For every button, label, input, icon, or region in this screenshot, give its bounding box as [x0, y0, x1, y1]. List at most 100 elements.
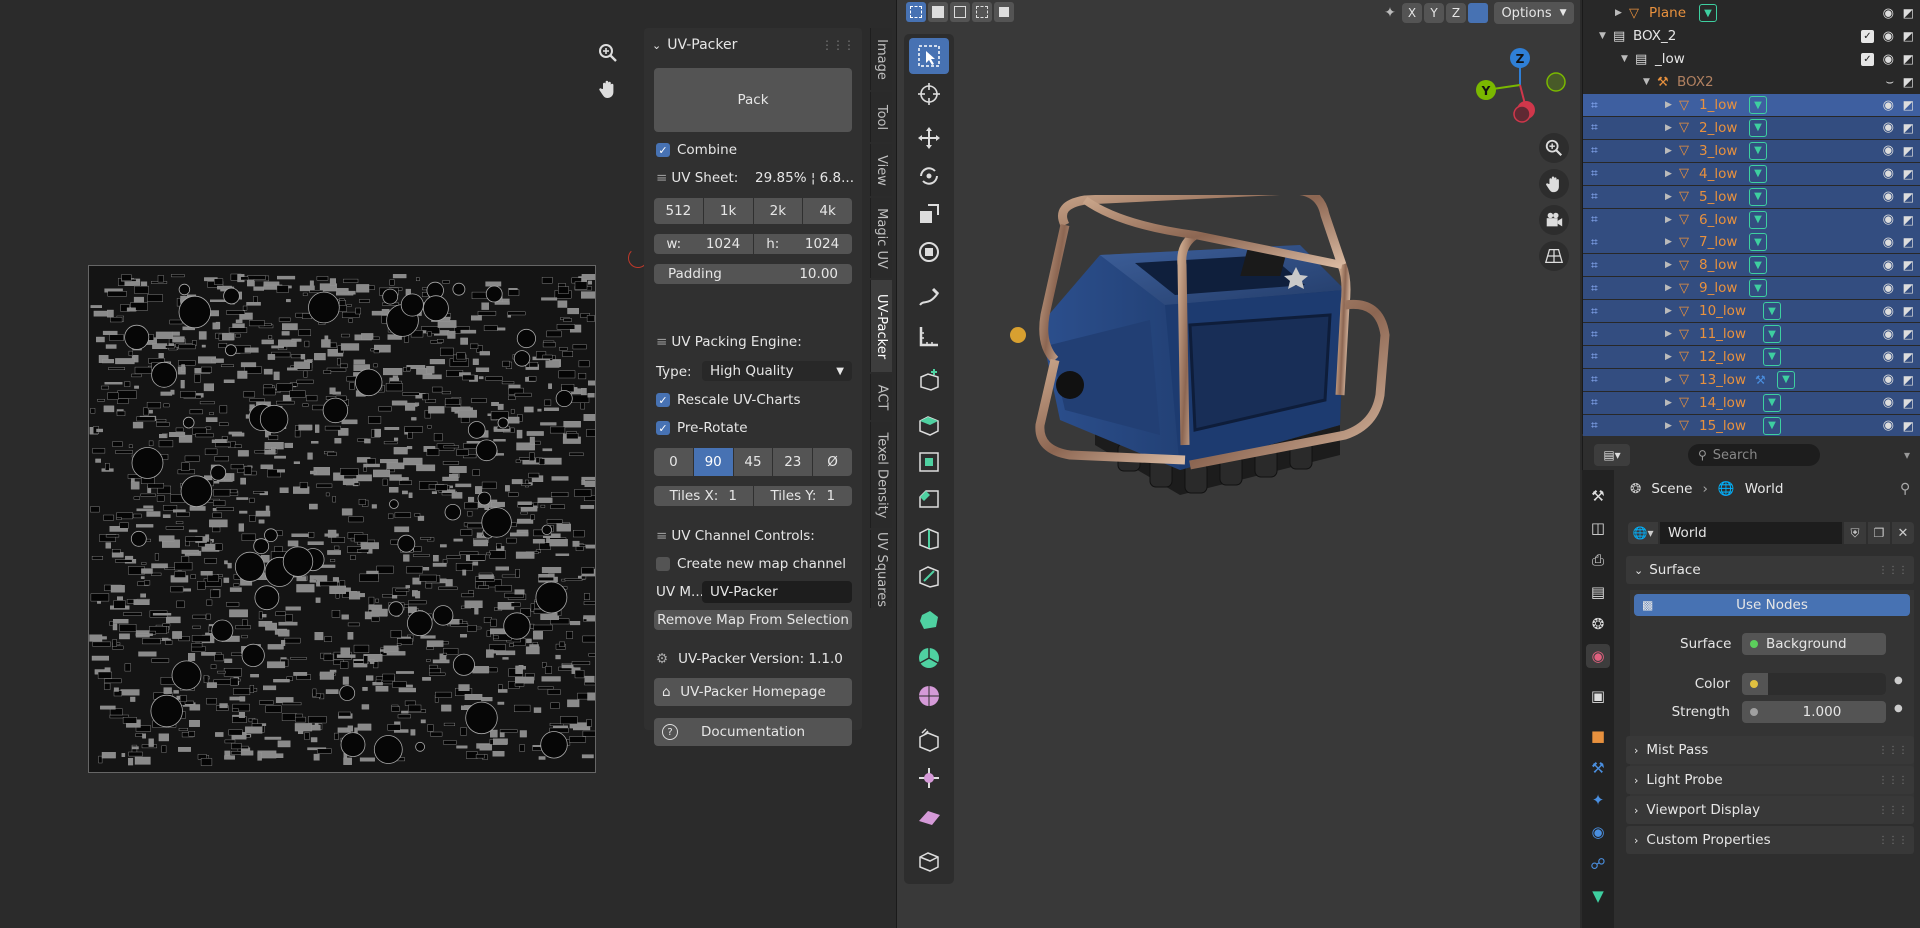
visibility-eye-icon[interactable]: ◉: [1883, 418, 1894, 433]
vertex-select-icon[interactable]: ⌗: [1591, 281, 1598, 296]
visibility-eye-icon[interactable]: ◉: [1883, 120, 1894, 135]
outliner-row--low[interactable]: ▼ ▤ _low ✓ ◉ ◩: [1583, 48, 1920, 70]
disclosure-triangle-icon[interactable]: ▶: [1615, 8, 1622, 18]
vertex-select-icon[interactable]: ⌗: [1591, 349, 1598, 364]
exclude-checkbox-icon[interactable]: ✓: [1861, 52, 1874, 66]
tiles-y-field[interactable]: Tiles Y: 1: [753, 486, 852, 506]
render-camera-icon[interactable]: ◩: [1903, 144, 1914, 158]
disclosure-triangle-icon[interactable]: ▶: [1665, 329, 1672, 339]
shrink-fatten-tool[interactable]: [909, 760, 949, 796]
visibility-eye-icon[interactable]: ⌣: [1885, 75, 1894, 90]
vertex-select-icon[interactable]: ⌗: [1591, 235, 1598, 250]
world-tab-icon[interactable]: ◉: [1586, 644, 1610, 668]
render-camera-icon[interactable]: ◩: [1903, 98, 1914, 112]
unlink-close-icon[interactable]: ✕: [1892, 522, 1914, 544]
collection-tab-icon[interactable]: ▣: [1586, 684, 1610, 708]
bevel-tool[interactable]: [909, 482, 949, 518]
outliner-row-plane[interactable]: ▶ ▽ Plane ▼ ◉ ◩: [1583, 2, 1920, 24]
disclosure-triangle-icon[interactable]: ▶: [1665, 123, 1672, 133]
render-camera-icon[interactable]: ◩: [1903, 373, 1914, 387]
visibility-eye-icon[interactable]: ◉: [1883, 29, 1894, 44]
physics-tab-icon[interactable]: ◉: [1586, 820, 1610, 844]
surface-shader-dropdown[interactable]: Background: [1742, 633, 1886, 655]
disclosure-triangle-icon[interactable]: ▼: [1643, 77, 1650, 87]
visibility-eye-icon[interactable]: ◉: [1883, 52, 1894, 67]
disclosure-triangle-icon[interactable]: ▶: [1665, 421, 1672, 431]
rotation-90-button[interactable]: 90: [693, 448, 733, 476]
visibility-eye-icon[interactable]: ◉: [1883, 349, 1894, 364]
visibility-eye-icon[interactable]: ◉: [1883, 6, 1894, 21]
viewport-zoom-icon[interactable]: [1539, 133, 1569, 163]
add-cube-tool[interactable]: [909, 362, 949, 398]
outliner-row-15-low[interactable]: ⌗ ▶ ▽ 15_low ▼ ◉ ◩: [1583, 414, 1920, 437]
fake-user-shield-icon[interactable]: ⛨: [1844, 522, 1866, 544]
outliner-row-box-2[interactable]: ▼ ▤ BOX_2 ✓ ◉ ◩: [1583, 25, 1920, 47]
disclosure-triangle-icon[interactable]: ▶: [1665, 283, 1672, 293]
poly-build-tool[interactable]: [909, 602, 949, 638]
outliner-row-4-low[interactable]: ⌗ ▶ ▽ 4_low ▼ ◉ ◩: [1583, 162, 1920, 185]
keyframe-dot-icon[interactable]: ●: [1894, 703, 1903, 714]
edge-slide-tool[interactable]: [909, 722, 949, 758]
rotate-tool[interactable]: [909, 158, 949, 194]
drag-grip-icon[interactable]: ⋮⋮⋮: [821, 38, 855, 52]
output-tab-icon[interactable]: ⎙: [1586, 548, 1610, 572]
outliner-row-3-low[interactable]: ⌗ ▶ ▽ 3_low ▼ ◉ ◩: [1583, 139, 1920, 162]
disclosure-triangle-icon[interactable]: ▶: [1665, 215, 1672, 225]
render-camera-icon[interactable]: ◩: [1903, 213, 1914, 227]
select-box-tool[interactable]: [909, 38, 949, 74]
documentation-button[interactable]: ? Documentation: [654, 718, 852, 746]
tab-view[interactable]: View: [870, 144, 892, 196]
world-browse-icon[interactable]: 🌐▾: [1628, 522, 1658, 544]
disclosure-triangle-icon[interactable]: ▶: [1665, 237, 1672, 247]
drag-grip-icon[interactable]: ⋮⋮⋮: [1878, 775, 1908, 786]
outliner-row-1-low[interactable]: ⌗ ▶ ▽ 1_low ▼ ◉ ◩: [1583, 94, 1920, 116]
rip-region-tool[interactable]: [909, 842, 949, 878]
width-field[interactable]: w: 1024: [654, 234, 753, 254]
combine-checkbox[interactable]: ✓ Combine: [656, 142, 737, 158]
object-tab-icon[interactable]: ■: [1586, 724, 1610, 748]
3d-box-model[interactable]: [1000, 195, 1540, 555]
remove-map-button[interactable]: Remove Map From Selection: [654, 610, 852, 630]
vertex-select-icon[interactable]: ⌗: [1591, 120, 1598, 135]
move-tool[interactable]: [909, 120, 949, 156]
disclosure-triangle-icon[interactable]: ▶: [1665, 398, 1672, 408]
exclude-checkbox-icon[interactable]: ✓: [1861, 29, 1874, 43]
disclosure-triangle-icon[interactable]: ▶: [1665, 100, 1672, 110]
drag-grip-icon[interactable]: ⋮⋮⋮: [1878, 745, 1908, 756]
vertex-select-icon[interactable]: ⌗: [1591, 143, 1598, 158]
disclosure-triangle-icon[interactable]: ▶: [1665, 192, 1672, 202]
constraints-tab-icon[interactable]: ☍: [1586, 852, 1610, 876]
rotation-45-button[interactable]: 45: [733, 448, 773, 476]
strength-field[interactable]: 1.000: [1742, 701, 1886, 723]
outliner-row-11-low[interactable]: ⌗ ▶ ▽ 11_low ▼ ◉ ◩: [1583, 323, 1920, 345]
disclosure-triangle-icon[interactable]: ▶: [1665, 260, 1672, 270]
axis-gizmo[interactable]: Z Y: [1470, 40, 1570, 130]
disclosure-triangle-icon[interactable]: ▶: [1665, 375, 1672, 385]
inset-tool[interactable]: [909, 444, 949, 480]
transform-tool[interactable]: [909, 234, 949, 270]
tab-image[interactable]: Image: [870, 28, 892, 90]
outliner-row-2-low[interactable]: ⌗ ▶ ▽ 2_low ▼ ◉ ◩: [1583, 116, 1920, 139]
uv-packer-panel-header[interactable]: ⌄ UV-Packer ⋮⋮⋮: [652, 34, 855, 56]
modifier-tab-icon[interactable]: ⚒: [1586, 756, 1610, 780]
annotate-tool[interactable]: [909, 280, 949, 316]
vertex-select-icon[interactable]: ⌗: [1591, 189, 1598, 204]
render-camera-icon[interactable]: ◩: [1903, 327, 1914, 341]
disclosure-triangle-icon[interactable]: ▶: [1665, 146, 1672, 156]
outliner-row-13-low[interactable]: ⌗ ▶ ▽ 13_low ⚒ ▼ ◉ ◩: [1583, 368, 1920, 391]
world-color-field[interactable]: [1742, 673, 1886, 695]
type-dropdown[interactable]: High Quality ▼: [702, 361, 852, 381]
render-camera-icon[interactable]: ◩: [1903, 258, 1914, 272]
scale-tool[interactable]: [909, 196, 949, 232]
render-camera-icon[interactable]: ◩: [1903, 419, 1914, 433]
data-tab-icon[interactable]: ▼: [1586, 884, 1610, 908]
loop-cut-tool[interactable]: [909, 520, 949, 556]
disclosure-triangle-icon[interactable]: ▼: [1599, 31, 1606, 41]
visibility-eye-icon[interactable]: ◉: [1883, 166, 1894, 181]
editor-type-dropdown[interactable]: ▤▾: [1594, 444, 1630, 466]
particles-tab-icon[interactable]: ✦: [1586, 788, 1610, 812]
outliner-row-14-low[interactable]: ⌗ ▶ ▽ 14_low ▼ ◉ ◩: [1583, 391, 1920, 414]
size-2k-button[interactable]: 2k: [753, 198, 803, 224]
render-camera-icon[interactable]: ◩: [1903, 396, 1914, 410]
axis-x-toggle[interactable]: X: [1402, 3, 1422, 23]
